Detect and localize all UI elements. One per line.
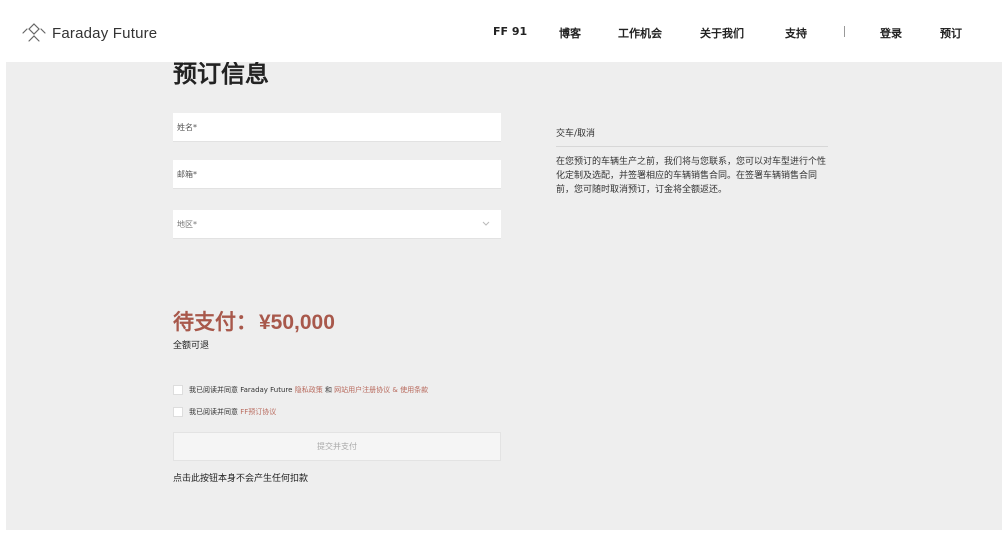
ff-reservation-agreement-link[interactable]: FF预订协议: [240, 408, 276, 416]
privacy-terms-checkbox[interactable]: [173, 385, 183, 395]
agreement-2-text: 我已阅读并同意 FF预订协议: [189, 407, 276, 417]
agreement-1-text: 我已阅读并同意 Faraday Future 隐私政策 和 网站用户注册协议 &…: [189, 385, 428, 395]
delivery-cancel-heading: 交车/取消: [556, 129, 596, 139]
reservation-agreement[interactable]: 我已阅读并同意 FF预订协议: [173, 407, 276, 417]
submit-and-pay-button[interactable]: 提交并支付: [173, 432, 501, 461]
region-select-label: 地区*: [177, 220, 197, 229]
privacy-policy-link[interactable]: 隐私政策: [295, 386, 323, 394]
region-select[interactable]: 地区*: [173, 210, 501, 239]
agreement-2-prefix: 我已阅读并同意: [189, 408, 238, 416]
nav-support[interactable]: 支持: [785, 25, 807, 41]
nav-divider: [844, 26, 845, 37]
nav-login[interactable]: 登录: [880, 25, 902, 41]
agreement-1-and: 和: [324, 386, 332, 394]
nav-jobs[interactable]: 工作机会: [618, 25, 662, 41]
email-field[interactable]: [173, 160, 501, 189]
terms-of-use-link[interactable]: 网站用户注册协议 & 使用条款: [334, 386, 428, 394]
main-nav: FF 91 博客 工作机会 关于我们 支持 登录 预订: [0, 25, 1008, 41]
email-input[interactable]: [173, 160, 501, 188]
delivery-cancel-text: 在您预订的车辆生产之前，我们将与您联系，您可以对车型进行个性化定制及选配，并签署…: [556, 157, 827, 195]
content-area: [6, 58, 1002, 530]
chevron-down-icon: [482, 221, 490, 226]
nav-about[interactable]: 关于我们: [700, 25, 744, 41]
nav-ff91[interactable]: FF 91: [493, 25, 527, 38]
amount-due-value: ¥50,000: [259, 311, 335, 334]
no-charge-note: 点击此按钮本身不会产生任何扣款: [173, 474, 309, 484]
privacy-terms-agreement[interactable]: 我已阅读并同意 Faraday Future 隐私政策 和 网站用户注册协议 &…: [173, 385, 428, 395]
name-input[interactable]: [173, 113, 501, 141]
nav-reserve[interactable]: 预订: [940, 25, 962, 41]
page: Faraday Future FF 91 博客 工作机会 关于我们 支持 登录 …: [0, 0, 1008, 533]
name-field[interactable]: [173, 113, 501, 142]
agreement-1-prefix: 我已阅读并同意 Faraday Future: [189, 386, 293, 394]
amount-due-label: 待支付：: [173, 310, 257, 334]
reservation-agreement-checkbox[interactable]: [173, 407, 183, 417]
site-header: Faraday Future FF 91 博客 工作机会 关于我们 支持 登录 …: [0, 0, 1008, 62]
divider: [556, 146, 828, 147]
amount-due: 待支付：¥50,000: [173, 306, 335, 336]
nav-blog[interactable]: 博客: [559, 25, 581, 41]
refund-note: 全额可退: [173, 341, 210, 351]
